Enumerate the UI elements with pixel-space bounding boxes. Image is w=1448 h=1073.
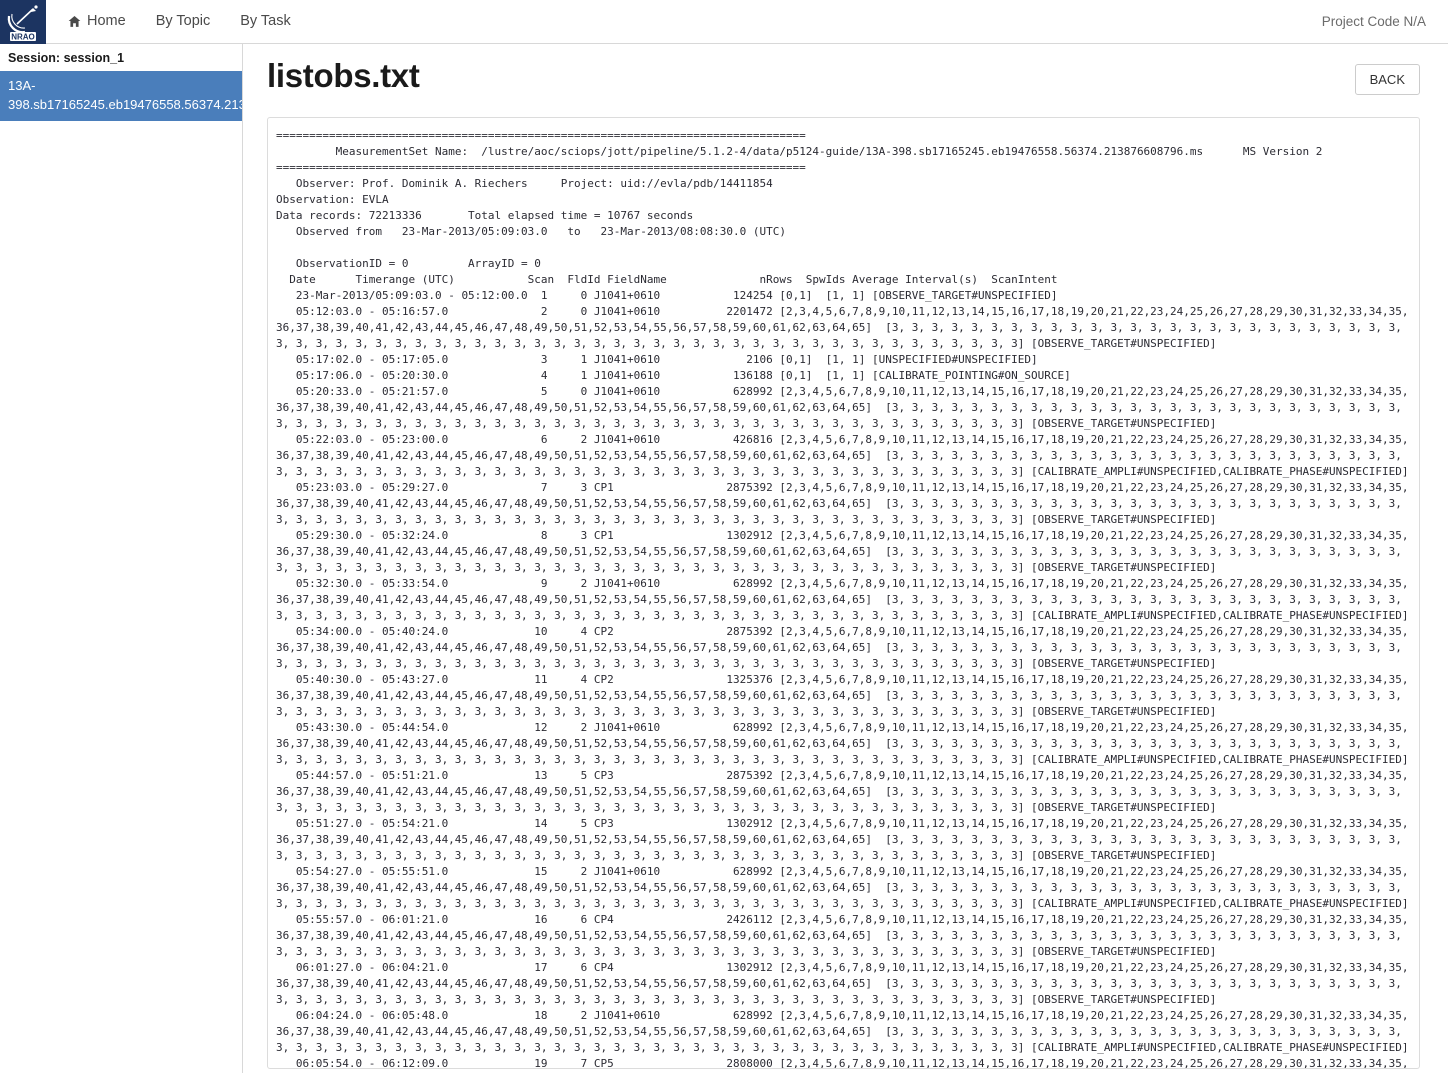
- top-navbar: NRAO Home By Topic By Task Project Code …: [0, 0, 1448, 44]
- sidebar-item-label-line1: 13A-: [8, 78, 36, 93]
- file-content-panel: ========================================…: [267, 117, 1420, 1069]
- nav-link-by-task[interactable]: By Task: [240, 14, 291, 29]
- sidebar-session-label: Session: session_1: [8, 51, 125, 65]
- main-header: listobs.txt BACK: [267, 44, 1420, 96]
- nav-link-by-task-label: By Task: [240, 13, 291, 30]
- page-title: listobs.txt: [267, 57, 420, 94]
- nav-link-home-label: Home: [87, 13, 126, 30]
- sidebar: Session: session_1 13A- 398.sb17165245.e…: [0, 44, 243, 1073]
- nav-link-by-topic-label: By Topic: [155, 13, 211, 30]
- home-icon: [68, 15, 81, 28]
- sidebar-item-eb-dataset[interactable]: 13A- 398.sb17165245.eb19476558.56374.213…: [0, 71, 242, 121]
- sidebar-item-label-line2: 398.sb17165245.eb19476558.56374.21387660…: [8, 97, 242, 112]
- listobs-text: ========================================…: [276, 129, 1409, 1069]
- nav-link-home[interactable]: Home: [68, 14, 126, 29]
- primary-nav: Home By Topic By Task: [68, 0, 291, 43]
- page-body: Session: session_1 13A- 398.sb17165245.e…: [0, 44, 1448, 1073]
- main-content: listobs.txt BACK =======================…: [243, 44, 1448, 1073]
- nav-link-by-topic[interactable]: By Topic: [156, 14, 211, 29]
- svg-text:NRAO: NRAO: [11, 32, 35, 41]
- nrao-logo[interactable]: NRAO: [0, 0, 46, 44]
- back-button[interactable]: BACK: [1354, 64, 1420, 95]
- project-code: Project Code N/A: [1321, 14, 1426, 29]
